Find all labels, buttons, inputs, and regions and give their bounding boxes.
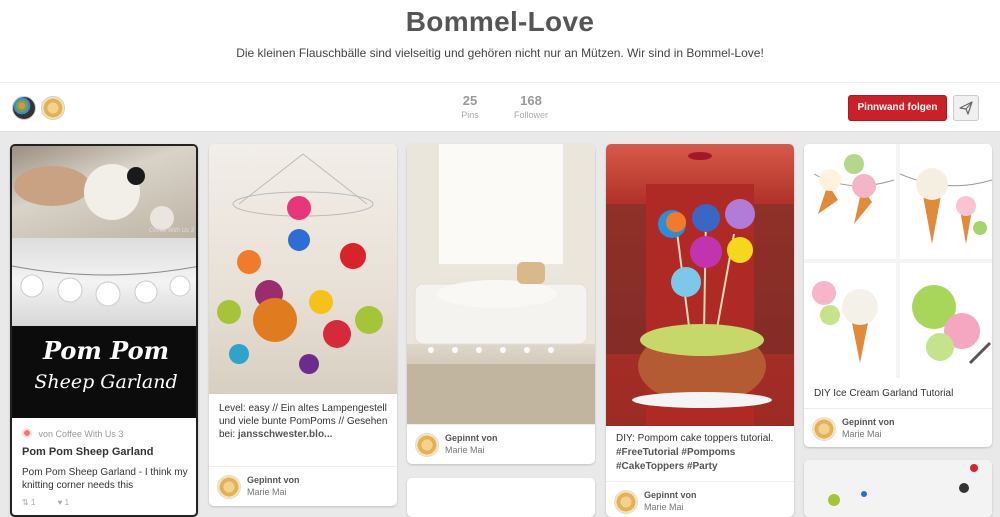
- pinned-by-label: Gepinnt von: [842, 417, 895, 427]
- pin-description: Pom Pom Sheep Garland - I think my knitt…: [22, 467, 188, 491]
- board-description: Die kleinen Flauschbälle sind vielseitig…: [236, 46, 764, 60]
- pins-stat[interactable]: 25 Pins: [440, 93, 500, 120]
- pin-card[interactable]: Coffee With Us 3 Pom Pom Sheep Garland v…: [10, 144, 198, 517]
- collaborator-avatar[interactable]: [12, 96, 36, 120]
- pin-card[interactable]: DIY Ice Cream Garland Tutorial Gepinnt v…: [804, 144, 992, 447]
- pin-image-bedroom[interactable]: [407, 144, 595, 424]
- pin-source-link[interactable]: jansschwester.blo...: [238, 429, 332, 440]
- ice-cream-photo-tile: [900, 263, 992, 378]
- pinned-by-row[interactable]: Gepinnt von Marie Mai: [804, 408, 992, 447]
- pin-image-caption[interactable]: Pom Pom Sheep Garland: [12, 326, 196, 418]
- repin-count-value: 1: [30, 498, 36, 507]
- pin-image-partial[interactable]: [804, 460, 992, 517]
- pin-card-partial[interactable]: [804, 460, 992, 517]
- board-header: Bommel-Love Die kleinen Flauschbälle sin…: [0, 0, 1000, 82]
- followers-label: Follower: [513, 110, 548, 120]
- pin-card-partial[interactable]: [407, 478, 595, 517]
- chandelier-photo: [217, 153, 383, 374]
- pinned-by-label: Gepinnt von: [247, 475, 300, 485]
- pinner-avatar[interactable]: [415, 433, 439, 457]
- cake-photo: [606, 152, 794, 426]
- pinned-by-row[interactable]: Gepinnt von Marie Mai: [606, 481, 794, 517]
- like-count[interactable]: ♥ 1: [58, 498, 79, 507]
- pin-title[interactable]: DIY Ice Cream Garland Tutorial: [814, 388, 953, 399]
- pinner-name[interactable]: Marie Mai: [842, 429, 882, 439]
- pinner-name[interactable]: Marie Mai: [247, 487, 287, 497]
- pinned-by-row[interactable]: Gepinnt von Marie Mai: [209, 466, 397, 506]
- pin-description-text: DIY: Pompom cake toppers tutorial.: [616, 433, 774, 444]
- pin-description: DIY: Pompom cake toppers tutorial. #Free…: [616, 432, 791, 474]
- owner-avatar[interactable]: [41, 96, 65, 120]
- board-stats-bar: 25 Pins 168 Follower Pinnwand folgen: [0, 82, 1000, 132]
- pin-image-pompom-cake[interactable]: [606, 144, 794, 426]
- pin-card[interactable]: Level: easy // Ein altes Lampengestell u…: [209, 144, 397, 506]
- source-prefix: von: [38, 429, 54, 439]
- pin-title[interactable]: Pom Pom Sheep Garland: [22, 446, 153, 458]
- send-button[interactable]: [953, 95, 979, 121]
- follow-board-button[interactable]: Pinnwand folgen: [848, 95, 947, 121]
- paper-plane-icon: [959, 101, 973, 115]
- followers-count: 168: [520, 93, 542, 108]
- pin-image-garland[interactable]: [12, 238, 196, 326]
- pinned-by-label: Gepinnt von: [445, 433, 498, 443]
- pin-image-ice-cream-garland[interactable]: [804, 144, 992, 378]
- source-name: Coffee With Us 3: [55, 429, 124, 439]
- like-count-value: 1: [64, 498, 70, 507]
- board-title: Bommel-Love: [405, 6, 595, 37]
- pinner-avatar[interactable]: [217, 475, 241, 499]
- followers-stat[interactable]: 168 Follower: [501, 93, 561, 120]
- pinned-by-row[interactable]: Gepinnt von Marie Mai: [407, 424, 595, 464]
- pins-count: 25: [462, 93, 478, 108]
- pin-source[interactable]: von Coffee With Us 3: [22, 428, 123, 439]
- garland-photo: [12, 265, 196, 307]
- pin-image-hand-pompom[interactable]: Coffee With Us 3: [12, 146, 196, 238]
- image-caption-line-1: Pom Pom: [43, 336, 169, 365]
- sheep-pompom-photo: [14, 164, 174, 230]
- bedroom-photo: [407, 144, 595, 424]
- image-watermark: Coffee With Us 3: [148, 228, 194, 234]
- pin-counts: ⇅ 1 ♥ 1: [22, 498, 89, 507]
- pinner-avatar[interactable]: [812, 417, 836, 441]
- pinner-name[interactable]: Marie Mai: [644, 502, 684, 512]
- pinned-by-label: Gepinnt von: [644, 490, 697, 500]
- ice-cream-photo-tile: [804, 144, 896, 259]
- pinner-avatar[interactable]: [614, 490, 638, 514]
- source-icon: [22, 428, 32, 438]
- pin-hashtags[interactable]: #FreeTutorial #Pompoms #CakeToppers #Par…: [616, 447, 735, 472]
- pin-card[interactable]: Gepinnt von Marie Mai: [407, 144, 595, 464]
- pin-description: Level: easy // Ein altes Lampengestell u…: [219, 402, 389, 441]
- ice-cream-photo-tile: [899, 144, 992, 259]
- image-caption-line-2: Sheep Garland: [34, 371, 178, 393]
- ice-cream-photo-tile: [804, 263, 896, 378]
- pin-card[interactable]: DIY: Pompom cake toppers tutorial. #Free…: [606, 144, 794, 517]
- repin-count[interactable]: ⇅ 1: [22, 498, 45, 507]
- pinner-name[interactable]: Marie Mai: [445, 445, 485, 455]
- pins-label: Pins: [461, 110, 479, 120]
- pin-image-pompom-chandelier[interactable]: [209, 144, 397, 394]
